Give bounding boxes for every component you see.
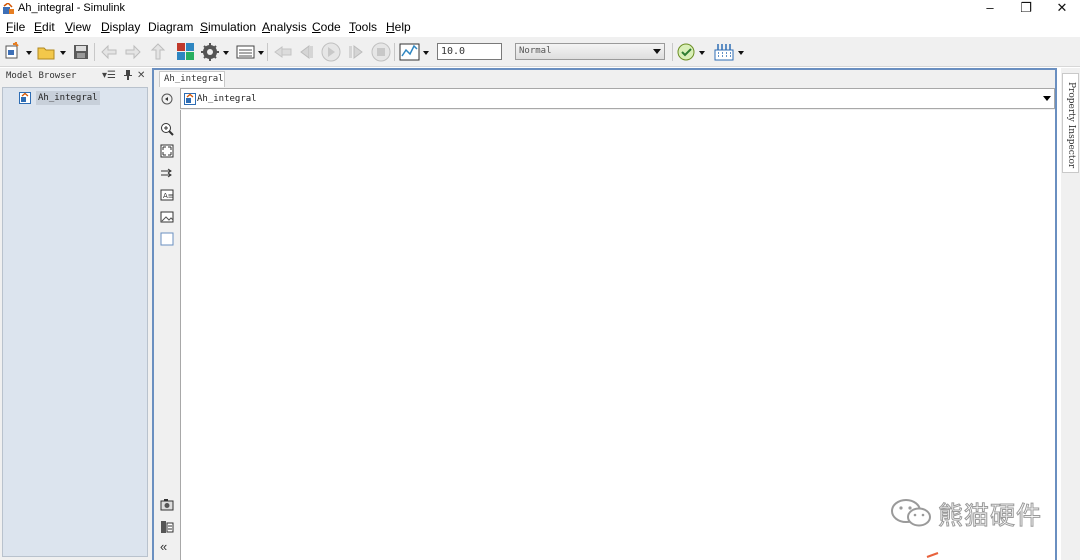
model-config-icon[interactable] <box>200 41 234 63</box>
up-icon[interactable] <box>148 41 168 63</box>
svg-text:A≡: A≡ <box>163 192 174 200</box>
annotation-icon[interactable]: A≡ <box>160 188 174 202</box>
watermark-text: 熊猫硬件 <box>937 501 1043 531</box>
close-panel-icon[interactable]: ✕ <box>137 70 145 81</box>
menu-simulation[interactable]: Simulation <box>200 19 256 35</box>
menu-code[interactable]: Code <box>312 19 341 35</box>
forward-icon[interactable] <box>123 41 143 63</box>
model-browser-panel: Model Browser ▾☰ ✕ Ah_integral <box>0 68 152 560</box>
zoom-icon[interactable] <box>160 122 174 136</box>
model-icon <box>19 92 31 104</box>
property-inspector-tab[interactable]: Property Inspector <box>1062 73 1079 173</box>
menu-edit[interactable]: Edit <box>34 19 55 35</box>
model-icon <box>184 93 196 105</box>
simulation-mode-select[interactable]: Normal <box>515 43 665 60</box>
new-model-icon[interactable] <box>4 41 34 63</box>
step-back-disabled-icon[interactable] <box>272 41 294 63</box>
block-palette: A≡ « <box>154 88 179 560</box>
library-browser-icon[interactable] <box>175 41 197 63</box>
open-folder-icon[interactable] <box>36 41 68 63</box>
menu-bar: File Edit View Display Diagram Simulatio… <box>0 18 1080 36</box>
menu-analysis[interactable]: Analysis <box>262 19 307 35</box>
watermark: 熊猫硬件 <box>890 492 1060 532</box>
chevron-down-icon[interactable] <box>1043 96 1051 101</box>
scope-icon[interactable] <box>399 41 433 63</box>
menu-help[interactable]: Help <box>386 19 411 35</box>
menu-view[interactable]: View <box>65 19 91 35</box>
model-tree: Ah_integral <box>2 87 148 557</box>
menu-diagram[interactable]: Diagram <box>148 19 193 35</box>
stop-time-input[interactable] <box>437 43 502 60</box>
tab-ah-integral[interactable]: Ah_integral <box>159 71 225 87</box>
simulation-mode-value: Normal <box>519 46 552 56</box>
step-forward-icon[interactable] <box>345 41 367 63</box>
tree-node-label: Ah_integral <box>36 91 100 105</box>
image-icon[interactable] <box>160 210 174 224</box>
menu-file[interactable]: File <box>6 19 25 35</box>
back-icon[interactable] <box>99 41 119 63</box>
editor-area: Ah_integral A≡ « Ah_integral <box>152 68 1057 560</box>
model-data-icon[interactable] <box>160 520 174 534</box>
panel-menu-icon[interactable]: ▾☰ <box>102 70 116 81</box>
save-icon[interactable] <box>72 41 90 63</box>
pin-icon[interactable] <box>124 70 132 83</box>
title-bar: Ah_integral - Simulink – ❐ ✕ <box>0 0 1080 18</box>
hide-browser-icon[interactable] <box>160 92 174 106</box>
model-browser-title: Model Browser <box>6 71 77 81</box>
minimize-button[interactable]: – <box>972 0 1008 18</box>
close-button[interactable]: ✕ <box>1044 0 1080 18</box>
wechat-icon <box>891 499 931 527</box>
screenshot-icon[interactable] <box>160 498 174 512</box>
arrow-icon[interactable] <box>160 166 174 180</box>
property-inspector-label: Property Inspector <box>1066 82 1076 169</box>
step-back-icon[interactable] <box>297 41 319 63</box>
chevron-down-icon <box>653 49 661 54</box>
simulink-app-icon <box>3 3 14 14</box>
model-advisor-icon[interactable] <box>677 41 709 63</box>
menu-display[interactable]: Display <box>101 19 140 35</box>
menu-tools[interactable]: Tools <box>349 19 377 35</box>
area-icon[interactable] <box>160 232 174 246</box>
fit-to-view-icon[interactable] <box>160 144 174 158</box>
breadcrumb-label[interactable]: Ah_integral <box>197 92 257 106</box>
maximize-button[interactable]: ❐ <box>1008 0 1044 18</box>
window-title: Ah_integral - Simulink <box>18 2 125 14</box>
corner-mark <box>926 552 939 558</box>
collapse-icon[interactable]: « <box>160 540 174 554</box>
toolbar: Normal <box>0 37 1080 67</box>
model-browser-header: Model Browser ▾☰ ✕ <box>0 68 152 86</box>
breadcrumb[interactable]: Ah_integral <box>180 88 1055 109</box>
run-icon[interactable] <box>320 41 342 63</box>
stop-icon[interactable] <box>370 41 392 63</box>
model-explorer-icon[interactable] <box>236 41 268 63</box>
build-icon[interactable] <box>714 41 746 63</box>
property-inspector-strip: Property Inspector <box>1061 68 1080 560</box>
